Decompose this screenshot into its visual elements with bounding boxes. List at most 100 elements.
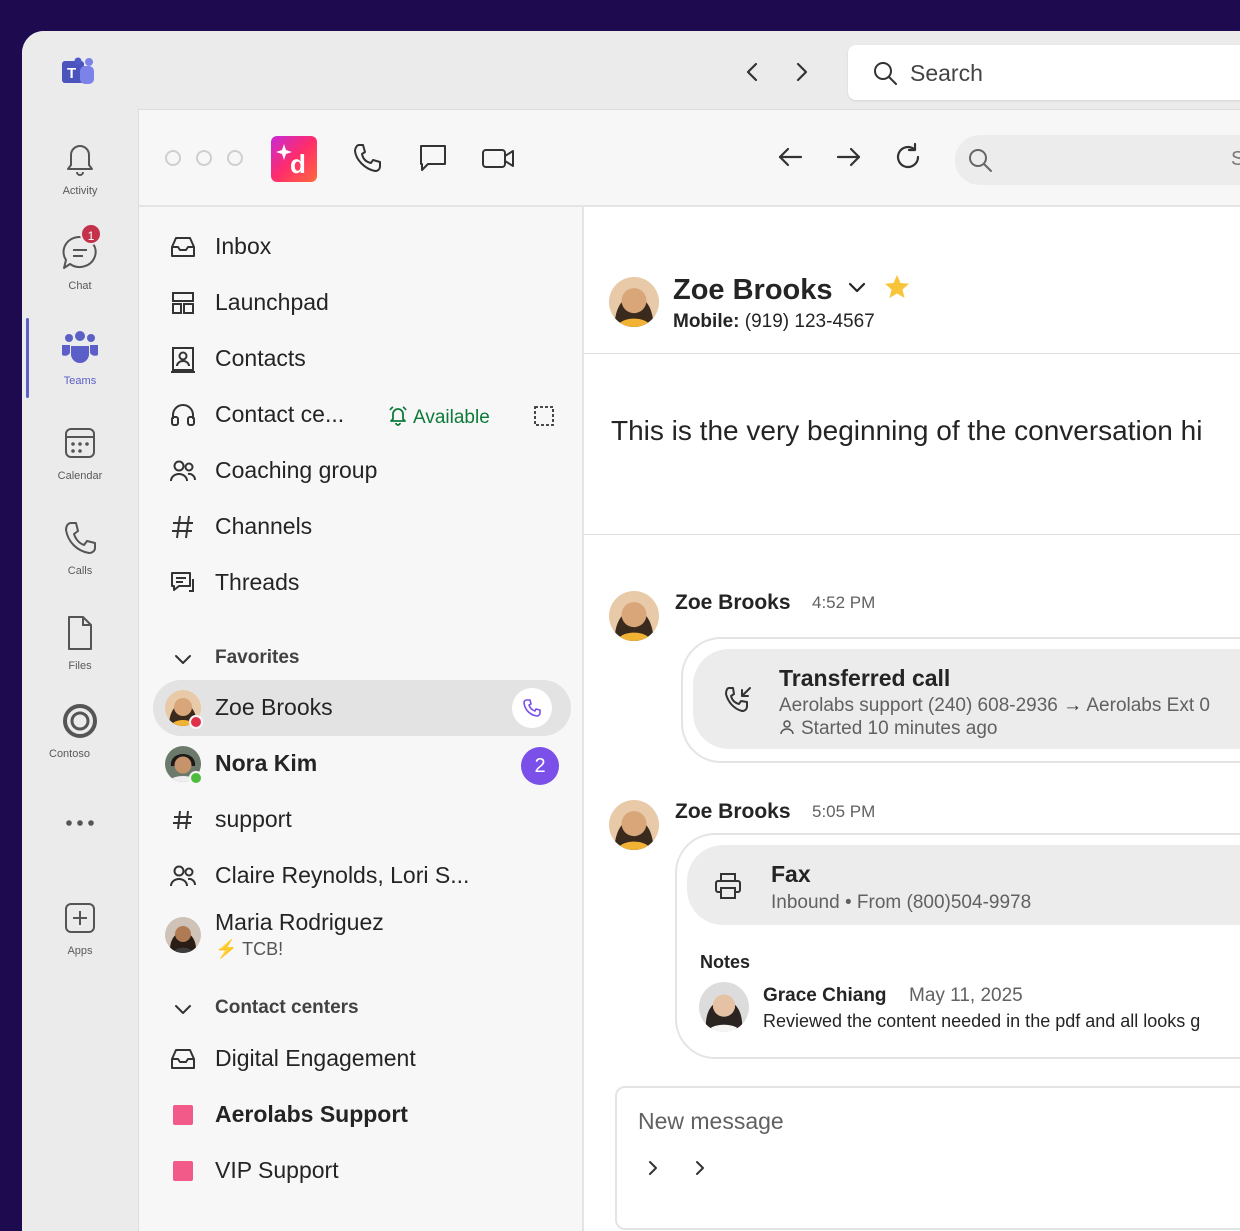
contact-center-digital-engagement[interactable]: Digital Engagement <box>139 1033 582 1085</box>
active-call-button[interactable] <box>512 688 552 728</box>
chevron-down-icon <box>175 1005 191 1014</box>
rail-label: Apps <box>67 945 93 957</box>
sidebar-item-contact-center[interactable]: Contact ce... <box>139 389 582 441</box>
note-date: May 11, 2025 <box>909 985 1023 1006</box>
sidebar-item-channels[interactable]: Channels <box>139 501 582 553</box>
phone-icon <box>65 522 96 554</box>
bell-icon <box>67 145 93 176</box>
refresh-icon[interactable] <box>893 142 923 172</box>
headset-icon <box>171 404 195 426</box>
embedded-app: d S Inbox Launchpad Contacts Contact ce.… <box>138 109 1240 1231</box>
message-compose-box[interactable]: New message <box>615 1086 1240 1230</box>
file-icon <box>68 616 92 650</box>
app-logo[interactable]: d <box>271 136 317 182</box>
contact-center-vip-support[interactable]: VIP Support <box>139 1145 582 1197</box>
sidebar-item-label: Claire Reynolds, Lori S... <box>215 862 470 888</box>
rail-item-calls[interactable]: Calls <box>22 518 138 606</box>
sidebar-item-label: Launchpad <box>215 289 329 315</box>
favorite-group-chat[interactable]: Claire Reynolds, Lori S... <box>139 850 582 902</box>
forward-arrow-icon[interactable] <box>834 142 864 172</box>
phone-icon <box>523 699 541 717</box>
hash-icon <box>173 810 192 830</box>
avatar <box>165 917 201 953</box>
call-started: Started 10 minutes ago <box>779 718 997 740</box>
sidebar-item-label: Threads <box>215 569 300 595</box>
app-sidebar: Inbox Launchpad Contacts Contact ce... A… <box>139 207 584 1231</box>
avatar <box>609 800 659 850</box>
bell-alert-icon <box>389 406 407 426</box>
contact-name[interactable]: Zoe Brooks <box>673 273 911 307</box>
threads-icon <box>171 572 194 592</box>
rail-item-more[interactable] <box>22 813 138 853</box>
launchpad-icon <box>172 292 194 314</box>
rail-item-calendar[interactable]: Calendar <box>22 423 138 511</box>
star-icon[interactable] <box>883 273 911 301</box>
teams-search-box[interactable]: Search <box>848 45 1240 100</box>
contact-center-aerolabs-support[interactable]: Aerolabs Support <box>139 1089 582 1141</box>
search-icon <box>969 149 992 172</box>
rail-item-chat[interactable]: 1 Chat <box>22 223 138 321</box>
note-text: Reviewed the content needed in the pdf a… <box>763 1011 1201 1031</box>
sidebar-item-label: support <box>215 806 292 832</box>
sidebar-item-contacts[interactable]: Contacts <box>139 333 582 385</box>
divider <box>584 534 1240 535</box>
chevron-right-icon[interactable] <box>645 1160 661 1176</box>
section-label: Contact centers <box>215 997 359 1018</box>
video-icon[interactable] <box>481 142 515 174</box>
rail-label: Calendar <box>57 470 103 482</box>
note-author: Grace Chiang <box>763 985 887 1006</box>
popout-icon[interactable] <box>533 405 555 427</box>
rail-label: Chat <box>68 280 92 292</box>
sparkle-d-logo-icon: d <box>276 144 306 179</box>
sidebar-item-launchpad[interactable]: Launchpad <box>139 277 582 329</box>
calendar-icon <box>65 428 95 458</box>
phone-icon[interactable] <box>351 142 383 174</box>
fax-details: Inbound • From (800)504-9978 <box>771 892 1032 913</box>
rail-item-apps[interactable]: Apps <box>22 898 138 986</box>
sidebar-item-coaching-group[interactable]: Coaching group <box>139 445 582 497</box>
lightning-icon: ⚡ <box>215 939 238 959</box>
contact-centers-section-header[interactable]: Contact centers <box>139 989 582 1029</box>
group-icon <box>170 460 197 482</box>
message-icon[interactable] <box>417 142 449 174</box>
rail-item-files[interactable]: Files <box>22 613 138 701</box>
back-chevron-icon[interactable] <box>740 59 766 85</box>
section-label: Favorites <box>215 647 300 668</box>
back-arrow-icon[interactable] <box>775 142 805 172</box>
rail-item-teams[interactable]: Teams <box>22 328 138 416</box>
inbox-icon <box>171 1049 195 1069</box>
transferred-call-card[interactable]: Transferred call Aerolabs support (240) … <box>681 637 1240 763</box>
contact-phone: Mobile: (919) 123-4567 <box>673 311 875 332</box>
presence-available-dot <box>189 771 203 785</box>
app-search-box[interactable]: S <box>955 135 1240 185</box>
fax-card[interactable]: Fax Inbound • From (800)504-9978 Notes G… <box>675 833 1240 1059</box>
rail-label: Teams <box>63 375 97 387</box>
sidebar-item-label: Coaching group <box>215 457 378 483</box>
chevron-right-icon[interactable] <box>692 1160 708 1176</box>
sidebar-item-label: Channels <box>215 513 313 539</box>
hash-icon <box>172 515 193 539</box>
forward-chevron-icon[interactable] <box>788 59 814 85</box>
contact-header: Zoe Brooks Mobile: (919) 123-4567 <box>584 207 1240 354</box>
teams-window: T Search Activity 1 Chat Teams Calendar <box>22 31 1240 1231</box>
contacts-icon <box>171 347 195 373</box>
sidebar-item-inbox[interactable]: Inbox <box>139 221 582 273</box>
avatar[interactable] <box>609 277 659 327</box>
rail-item-contoso[interactable]: Contoso <box>22 701 117 789</box>
rail-label: Activity <box>62 185 98 197</box>
rail-item-activity[interactable]: Activity <box>22 138 138 226</box>
sidebar-item-threads[interactable]: Threads <box>139 557 582 609</box>
chevron-down-icon[interactable] <box>847 277 867 297</box>
favorite-support-channel[interactable]: support <box>139 794 582 846</box>
presence-busy-dot <box>189 715 203 729</box>
favorite-nora-kim[interactable]: Nora Kim <box>139 738 582 790</box>
window-dot <box>165 150 181 166</box>
favorite-maria-rodriguez[interactable]: Maria Rodriguez ⚡ TCB! <box>139 907 582 967</box>
teams-logo-icon[interactable]: T <box>62 57 98 87</box>
favorites-section-header[interactable]: Favorites <box>139 639 582 679</box>
message-author: Zoe Brooks <box>675 591 791 614</box>
conversation-start-text: This is the very beginning of the conver… <box>611 415 1203 446</box>
group-icon <box>170 865 197 887</box>
transfer-route: Aerolabs support (240) 608-2936 → Aerola… <box>779 695 1210 716</box>
status-available[interactable]: Available <box>387 404 490 429</box>
